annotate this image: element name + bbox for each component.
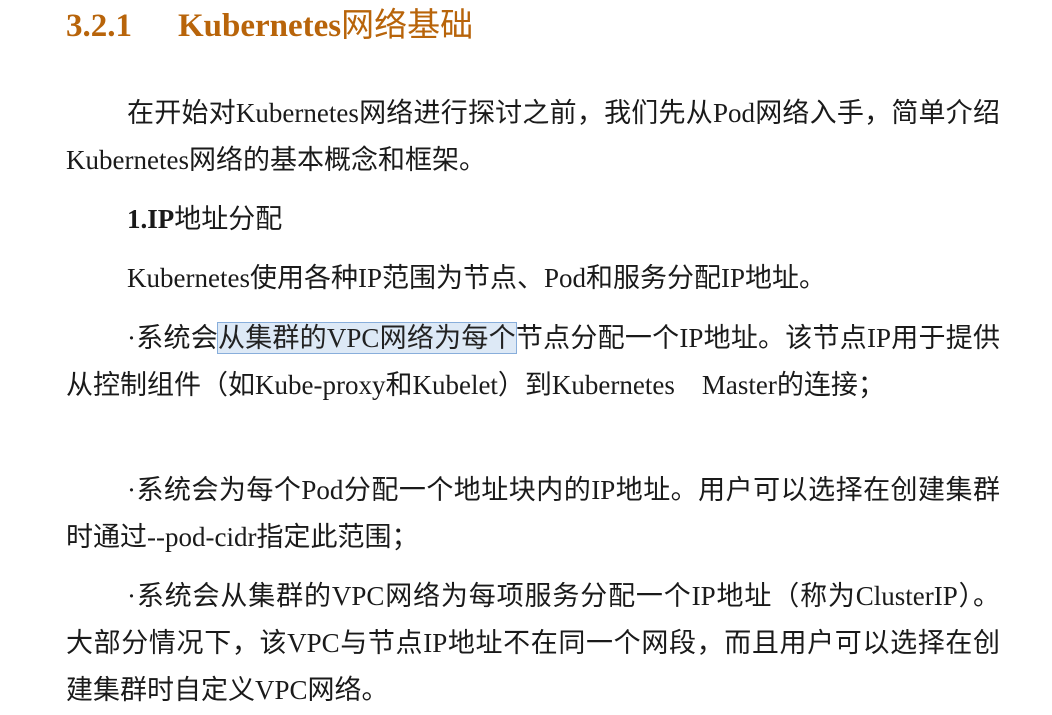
- subheading-ip-allocation: 1.IP地址分配: [66, 196, 1000, 243]
- section-title-zh: 网络基础: [341, 8, 474, 44]
- text-selection-highlight[interactable]: 从集群的VPC网络为每个: [216, 322, 517, 354]
- section-title-en: Kubernetes: [178, 8, 342, 44]
- section-heading: 3.2.1 Kubernetes网络基础: [66, 4, 473, 48]
- section-number: 3.2.1: [66, 8, 132, 44]
- bullet-cluster-ip: ·系统会从集群的VPC网络为每项服务分配一个IP地址（称为ClusterIP）。…: [66, 581, 1000, 705]
- ip-ranges-paragraph: Kubernetes使用各种IP范围为节点、Pod和服务分配IP地址。: [127, 263, 826, 293]
- document-page: 3.2.1 Kubernetes网络基础 在开始对Kubernetes网络进行探讨…: [0, 0, 1052, 715]
- bullet-node-ip: ·系统会从集群的VPC网络为每个节点分配一个IP地址。该节点IP用于提供从控制组…: [66, 315, 1000, 409]
- subheading-label: 1.IP: [127, 204, 175, 234]
- bullet1-prefix: ·系统会: [127, 323, 218, 353]
- subheading-text: 地址分配: [174, 204, 283, 234]
- intro-paragraph: 在开始对Kubernetes网络进行探讨之前，我们先从Pod网络入手，简单介绍K…: [66, 98, 1000, 175]
- bullet-pod-ip: ·系统会为每个Pod分配一个地址块内的IP地址。用户可以选择在创建集群时通过--…: [66, 475, 1000, 552]
